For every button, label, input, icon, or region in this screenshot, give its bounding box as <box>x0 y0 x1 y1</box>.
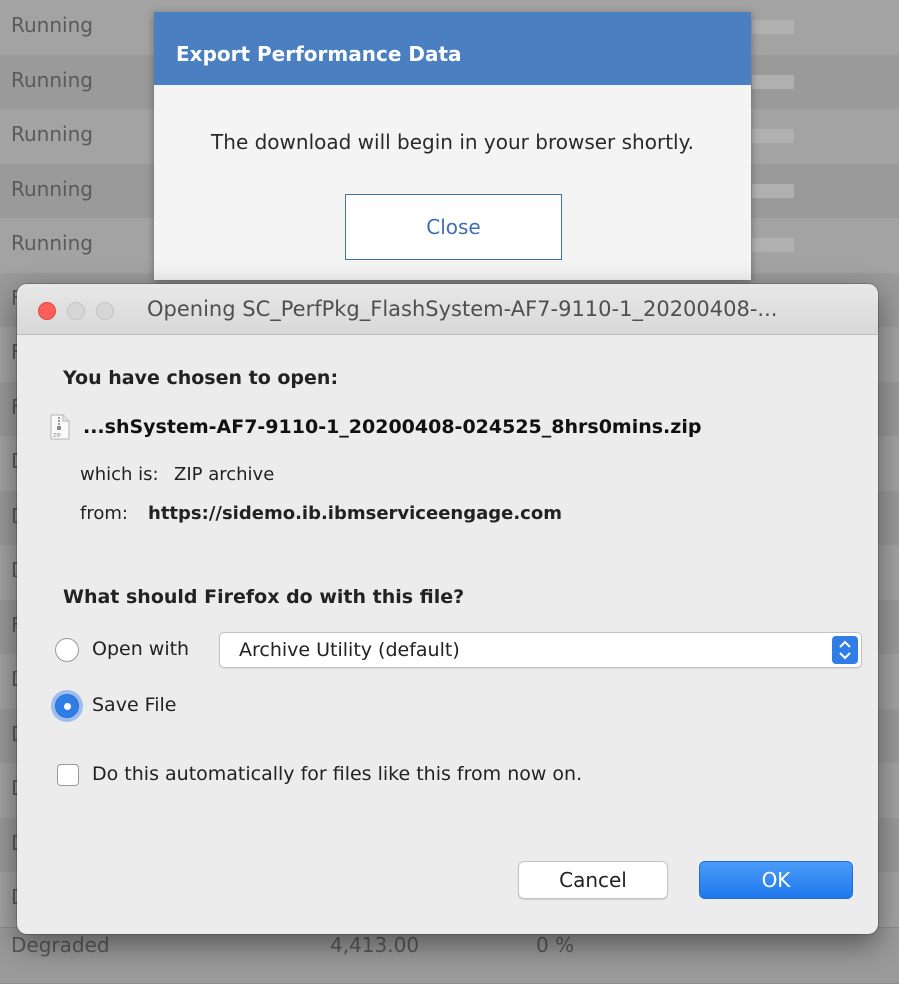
window-zoom-icon <box>96 302 114 320</box>
row-status: Degraded <box>11 933 110 957</box>
window-close-icon[interactable] <box>38 302 56 320</box>
firefox-open-file-dialog: Opening SC_PerfPkg_FlashSystem-AF7-9110-… <box>17 284 878 934</box>
row-status: Running <box>11 231 93 255</box>
row-status: Running <box>11 68 93 92</box>
auto-action-label[interactable]: Do this automatically for files like thi… <box>92 763 582 785</box>
source-url: https://sidemo.ib.ibmserviceengage.com <box>148 503 562 524</box>
export-close-button[interactable]: Close <box>345 194 562 260</box>
export-modal-title: Export Performance Data <box>176 42 462 66</box>
background-table-row: Degraded 4,413.00 0 % <box>0 929 899 984</box>
svg-text:ZIP: ZIP <box>53 433 61 439</box>
save-file-label[interactable]: Save File <box>92 694 176 716</box>
export-modal-message: The download will begin in your browser … <box>154 130 751 154</box>
auto-action-checkbox[interactable] <box>57 764 79 786</box>
usage-bar <box>752 75 794 89</box>
open-with-label[interactable]: Open with <box>92 638 189 660</box>
dialog-titlebar: Opening SC_PerfPkg_FlashSystem-AF7-9110-… <box>17 284 878 335</box>
usage-bar <box>752 184 794 198</box>
usage-bar <box>752 129 794 143</box>
export-modal-header: Export Performance Data <box>154 12 751 85</box>
usage-bar <box>752 238 794 252</box>
window-minimize-icon <box>67 302 85 320</box>
zip-file-icon: ZIP <box>50 414 70 440</box>
open-with-app-value: Archive Utility (default) <box>239 639 460 661</box>
select-chevron-icon <box>832 636 858 664</box>
file-type-value: ZIP archive <box>174 464 274 485</box>
row-status: Running <box>11 122 93 146</box>
row-percent: 0 % <box>536 933 574 957</box>
file-name: ...shSystem-AF7-9110-1_20200408-024525_8… <box>83 416 701 438</box>
row-value: 4,413.00 <box>330 933 419 957</box>
from-label: from: <box>80 503 128 524</box>
window-title: Opening SC_PerfPkg_FlashSystem-AF7-9110-… <box>147 297 777 321</box>
open-with-radio[interactable] <box>55 638 79 662</box>
usage-bar <box>752 20 794 34</box>
row-status: Running <box>11 13 93 37</box>
which-is-label: which is: <box>80 464 159 485</box>
save-file-radio[interactable] <box>55 694 79 718</box>
export-performance-modal: Export Performance Data The download wil… <box>154 12 751 280</box>
chosen-to-open-heading: You have chosen to open: <box>63 367 338 389</box>
ok-button[interactable]: OK <box>699 861 853 899</box>
row-status: Running <box>11 177 93 201</box>
cancel-button[interactable]: Cancel <box>518 861 668 899</box>
firefox-question-heading: What should Firefox do with this file? <box>63 586 464 608</box>
open-with-app-select[interactable]: Archive Utility (default) <box>219 632 862 668</box>
